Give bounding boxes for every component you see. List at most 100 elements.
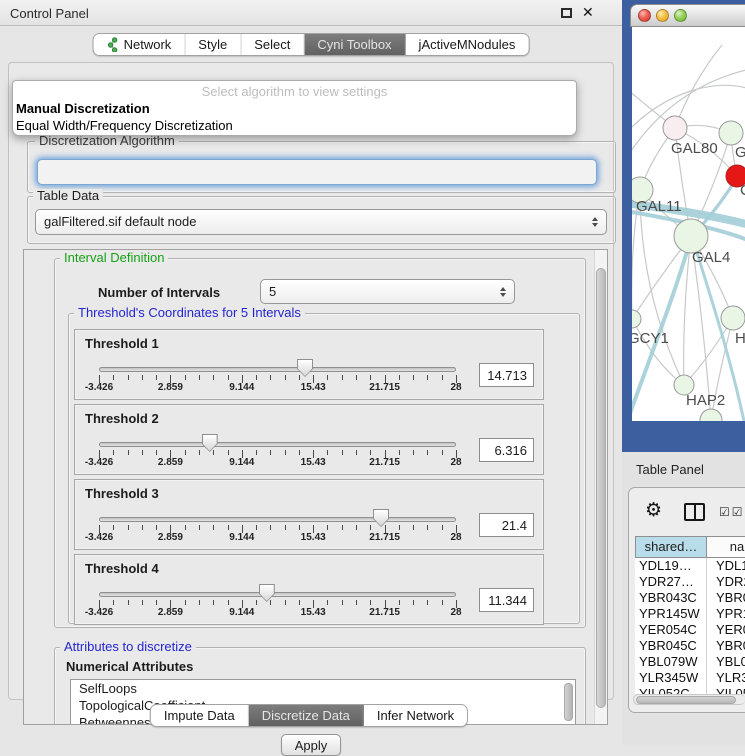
table-row[interactable]: YIL052CYIL052C — [635, 686, 745, 694]
algorithm-placeholder-option[interactable]: Select algorithm to view settings — [13, 84, 576, 99]
minor-tick — [299, 450, 300, 455]
threshold-value-field[interactable]: 21.4 — [479, 513, 534, 537]
tab-impute-data[interactable]: Impute Data — [151, 705, 249, 726]
cell-name: YDR27… — [706, 574, 745, 590]
table-data-combobox[interactable]: galFiltered.sif default node — [35, 209, 607, 235]
cell-shared-name: YER054C — [635, 622, 706, 638]
cell-shared-name: YBR045C — [635, 638, 706, 654]
minor-tick — [413, 450, 414, 455]
threshold-label: Threshold 4 — [85, 561, 159, 576]
list-scrollbar[interactable] — [564, 683, 573, 721]
minor-tick — [442, 525, 443, 530]
minor-tick — [342, 525, 343, 530]
algorithm-option-equal-width[interactable]: Equal Width/Frequency Discretization — [16, 118, 233, 134]
network-node-node-bottom[interactable] — [700, 409, 722, 421]
tab-style[interactable]: Style — [185, 34, 241, 55]
horizontal-scrollbar-thumb[interactable] — [636, 696, 736, 704]
apply-button[interactable]: Apply — [281, 734, 341, 756]
node-label: GAL11 — [636, 198, 682, 215]
attributes-group-label: Attributes to discretize — [60, 640, 196, 654]
threshold-value-field[interactable]: 11.344 — [479, 588, 534, 612]
slider-thumb[interactable] — [373, 509, 389, 527]
network-node-gal4[interactable] — [674, 219, 708, 253]
minor-tick — [156, 525, 157, 530]
gear-icon[interactable]: ⚙ — [645, 499, 662, 522]
network-node-gal80[interactable] — [663, 116, 687, 140]
cell-shared-name: YBL079W — [635, 654, 706, 670]
table-row[interactable]: YDR27…YDR27… — [635, 574, 745, 590]
threshold-3-box: Threshold 3-3.4262.8599.14415.4321.71528… — [74, 479, 544, 550]
table-row[interactable]: YBL079WYBL079W — [635, 654, 745, 670]
minor-tick — [399, 375, 400, 380]
vertical-scrollbar-thumb[interactable] — [596, 268, 606, 708]
table-data-value: galFiltered.sif default node — [44, 214, 196, 229]
thresholds-group-label: Threshold's Coordinates for 5 Intervals — [74, 306, 305, 320]
minor-tick — [413, 375, 414, 380]
vertical-scrollbar-track[interactable] — [594, 250, 608, 725]
network-node-node-top-right[interactable] — [719, 121, 743, 145]
network-node-node-h[interactable] — [721, 306, 745, 330]
tab-infer-network[interactable]: Infer Network — [364, 705, 467, 726]
table-row[interactable]: YBR043CYBR043C — [635, 590, 745, 606]
minimize-traffic-light-icon[interactable] — [656, 9, 669, 22]
combo-stepper-icon — [500, 287, 506, 297]
threshold-value-field[interactable]: 14.713 — [479, 363, 534, 387]
slider-thumb[interactable] — [202, 434, 218, 452]
table-row[interactable]: YLR345WYLR345W — [635, 670, 745, 686]
threshold-value-field[interactable]: 6.316 — [479, 438, 534, 462]
tab-network[interactable]: Network — [94, 34, 186, 55]
minor-tick — [442, 600, 443, 605]
minor-tick — [213, 525, 214, 530]
table-panel-title: Table Panel — [636, 462, 704, 477]
minor-tick — [327, 600, 328, 605]
slider-track[interactable] — [99, 442, 456, 447]
slider-thumb[interactable] — [297, 359, 313, 377]
slider-track[interactable] — [99, 592, 456, 597]
zoom-traffic-light-icon[interactable] — [674, 9, 687, 22]
column-header-shared[interactable]: shared… — [635, 536, 707, 558]
minor-tick — [199, 525, 200, 530]
network-window-titlebar[interactable] — [630, 4, 745, 27]
control-panel-tabs: NetworkStyleSelectCyni ToolboxjActiveMNo… — [93, 33, 530, 56]
slider-thumb[interactable] — [259, 584, 275, 602]
tab-jactivemnodules[interactable]: jActiveMNodules — [406, 34, 529, 55]
minor-tick — [285, 600, 286, 605]
tick-label: 15.43 — [301, 457, 326, 468]
network-node-gcy1[interactable] — [632, 310, 641, 328]
slider-track[interactable] — [99, 517, 456, 522]
threshold-1-box: Threshold 1-3.4262.8599.14415.4321.71528… — [74, 329, 544, 400]
table-row[interactable]: YPR145WYPR145W — [635, 606, 745, 622]
algorithm-option-manual[interactable]: Manual Discretization — [16, 101, 150, 117]
network-edge — [632, 319, 684, 385]
minor-tick — [427, 450, 428, 455]
tab-select[interactable]: Select — [241, 34, 304, 55]
minor-tick — [299, 600, 300, 605]
table-row[interactable]: YDL19…YDL19… — [635, 558, 745, 574]
float-window-icon[interactable] — [561, 8, 572, 18]
table-row[interactable]: YBR045CYBR045C — [635, 638, 745, 654]
minor-tick — [128, 375, 129, 380]
columns-icon[interactable] — [684, 503, 705, 521]
checkbox-icons[interactable]: ☑☑ — [719, 505, 745, 519]
minor-tick — [270, 375, 271, 380]
node-label: GCY1 — [632, 330, 669, 347]
table-row[interactable]: YER054CYER054C — [635, 622, 745, 638]
minor-tick — [427, 375, 428, 380]
close-icon[interactable]: ✕ — [582, 4, 594, 21]
close-traffic-light-icon[interactable] — [638, 9, 651, 22]
minor-tick — [185, 525, 186, 530]
algorithm-combobox[interactable] — [37, 159, 597, 185]
list-item[interactable]: SelfLoops — [71, 680, 575, 697]
slider-track[interactable] — [99, 367, 456, 372]
tick-label: -3.426 — [85, 607, 113, 618]
column-header-name[interactable]: name — [706, 536, 745, 558]
minor-tick — [128, 525, 129, 530]
network-edge — [675, 45, 722, 128]
network-canvas[interactable]: GAL80GACGAL11GAL4GCY1HHAP2 — [632, 27, 745, 421]
tab-discretize-data[interactable]: Discretize Data — [249, 705, 364, 726]
tab-cyni-toolbox[interactable]: Cyni Toolbox — [304, 34, 405, 55]
minor-tick — [327, 525, 328, 530]
tick-label: 28 — [450, 607, 461, 618]
node-table[interactable]: YDL19…YDL19…YDR27…YDR27…YBR043CYBR043CYP… — [635, 558, 745, 694]
number-of-intervals-combobox[interactable]: 5 — [260, 279, 515, 304]
